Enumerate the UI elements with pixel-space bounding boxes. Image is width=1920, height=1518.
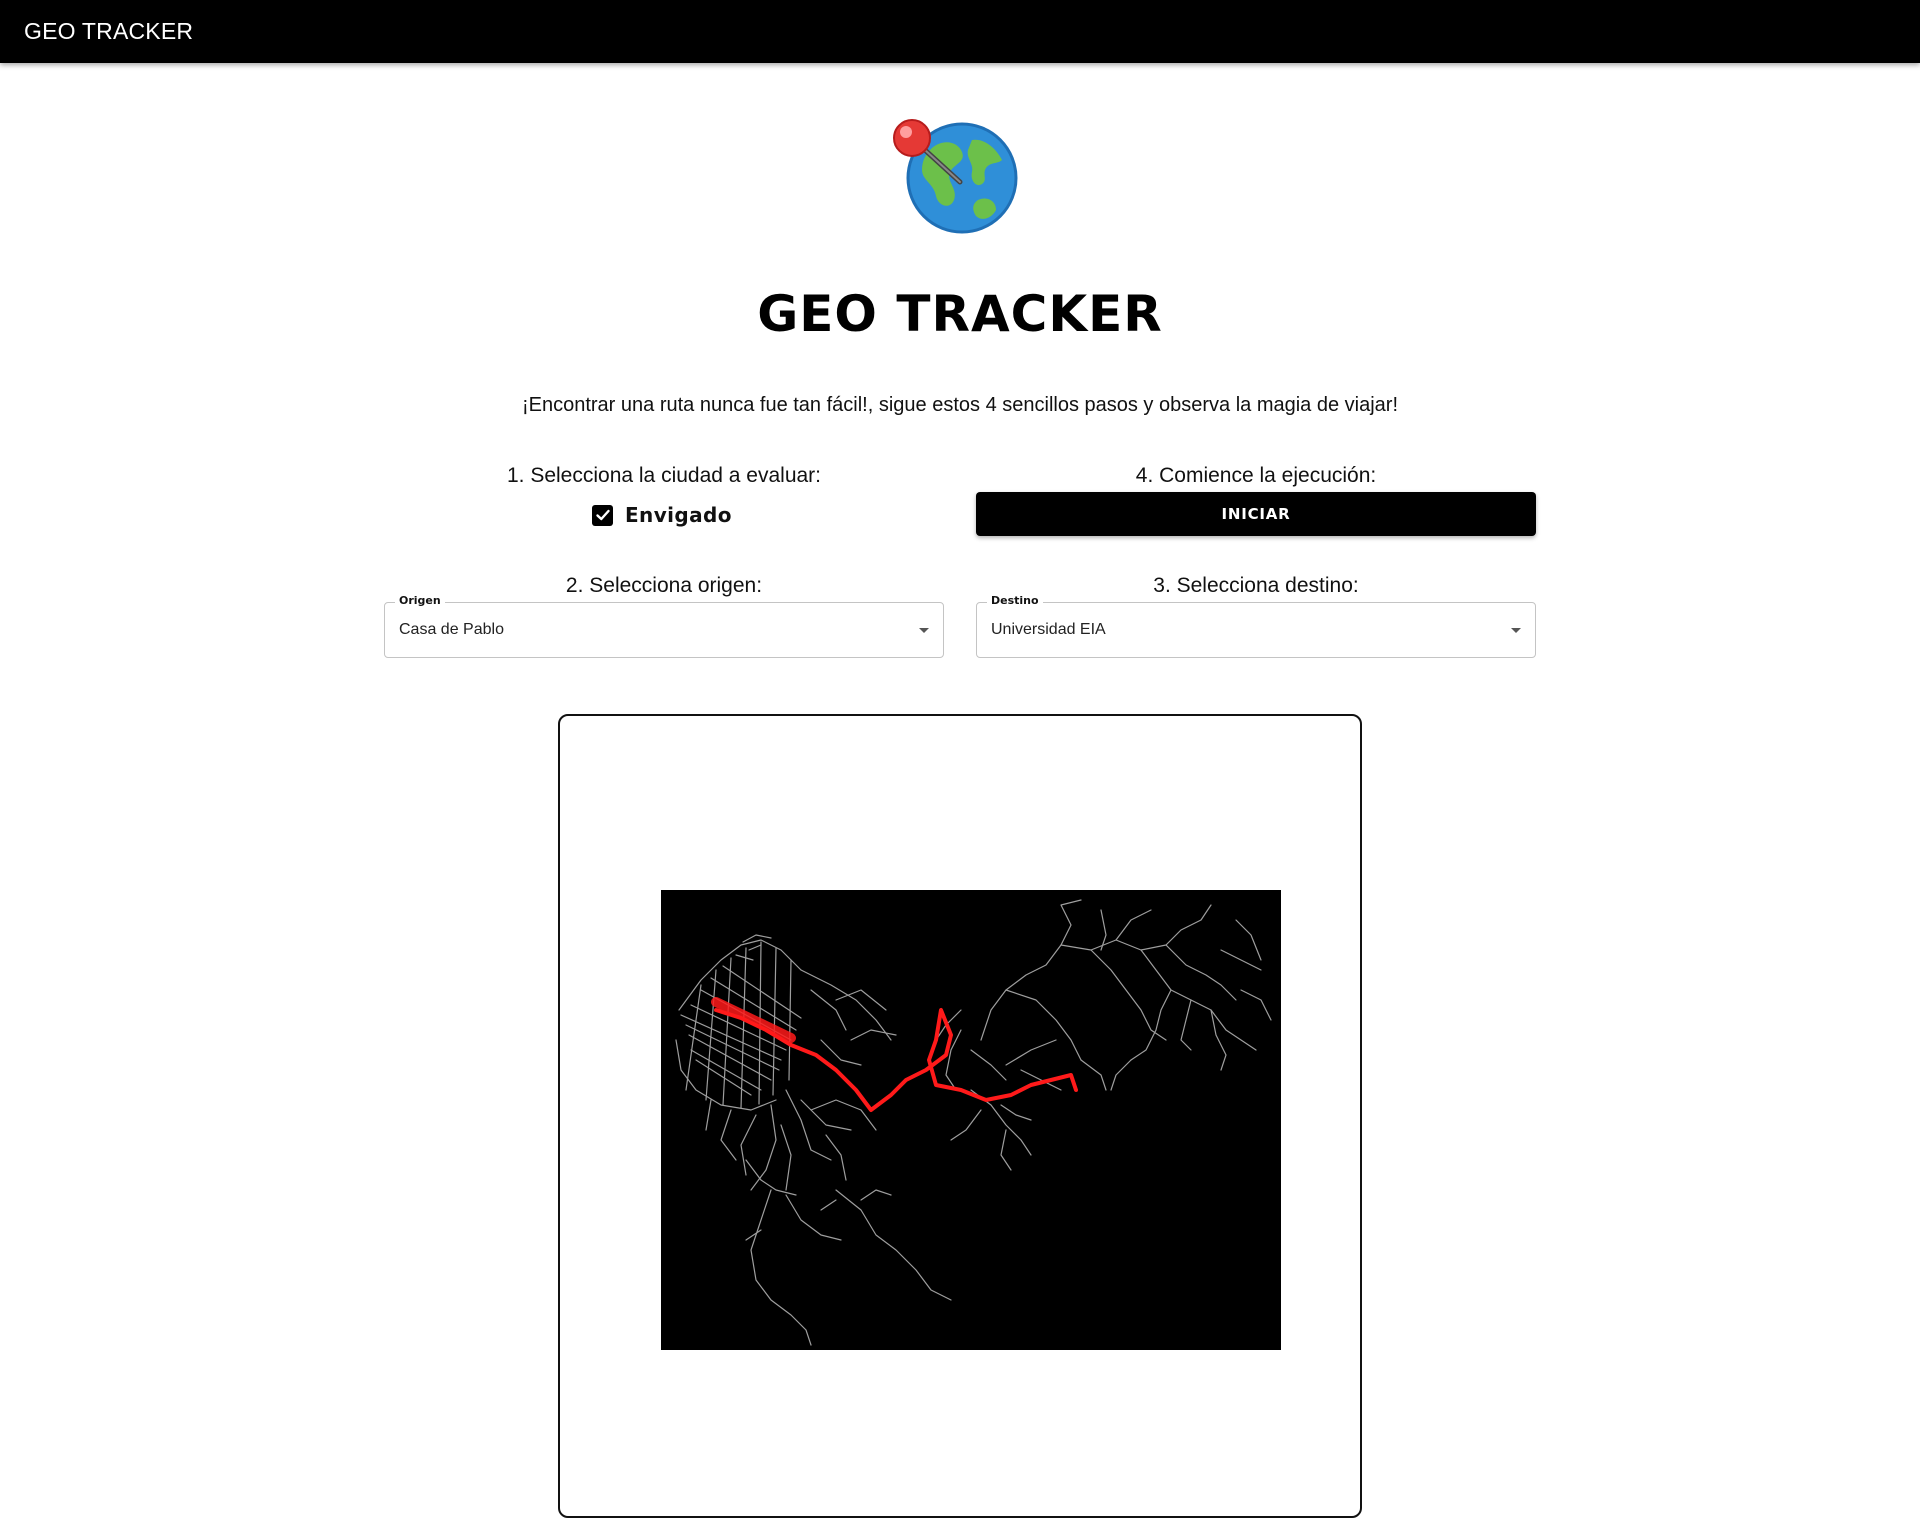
caret-down-icon[interactable]: [1511, 628, 1521, 633]
caret-down-icon[interactable]: [919, 628, 929, 633]
step-2-label: 2. Selecciona origen:: [565, 574, 763, 597]
app-bar: GEO TRACKER: [0, 0, 1920, 63]
globe-with-pin-icon: [892, 118, 1020, 246]
destination-select[interactable]: Destino Universidad EIA: [976, 594, 1536, 658]
step-1-label: 1. Selecciona la ciudad a evaluar:: [506, 464, 822, 487]
step-3-label: 3. Selecciona destino:: [1153, 574, 1359, 597]
step-4-label: 4. Comience la ejecución:: [1135, 464, 1377, 487]
origin-select-value: Casa de Pablo: [399, 621, 504, 638]
city-option-label: Envigado: [625, 503, 732, 527]
city-option-envigado[interactable]: Envigado: [592, 500, 732, 530]
origin-select[interactable]: Origen Casa de Pablo: [384, 594, 944, 658]
page-title: GEO TRACKER: [757, 285, 1163, 343]
app-bar-title: GEO TRACKER: [24, 18, 194, 44]
map-card: [558, 714, 1362, 1518]
tagline: ¡Encontrar una ruta nunca fue tan fácil!…: [521, 394, 1399, 416]
start-button[interactable]: INICIAR: [976, 492, 1536, 536]
destination-select-value: Universidad EIA: [991, 621, 1106, 638]
origin-select-label: Origen: [395, 594, 445, 607]
checkbox[interactable]: [592, 504, 613, 526]
check-icon: [595, 509, 610, 521]
destination-select-label: Destino: [987, 594, 1043, 607]
route-map: [661, 890, 1281, 1350]
